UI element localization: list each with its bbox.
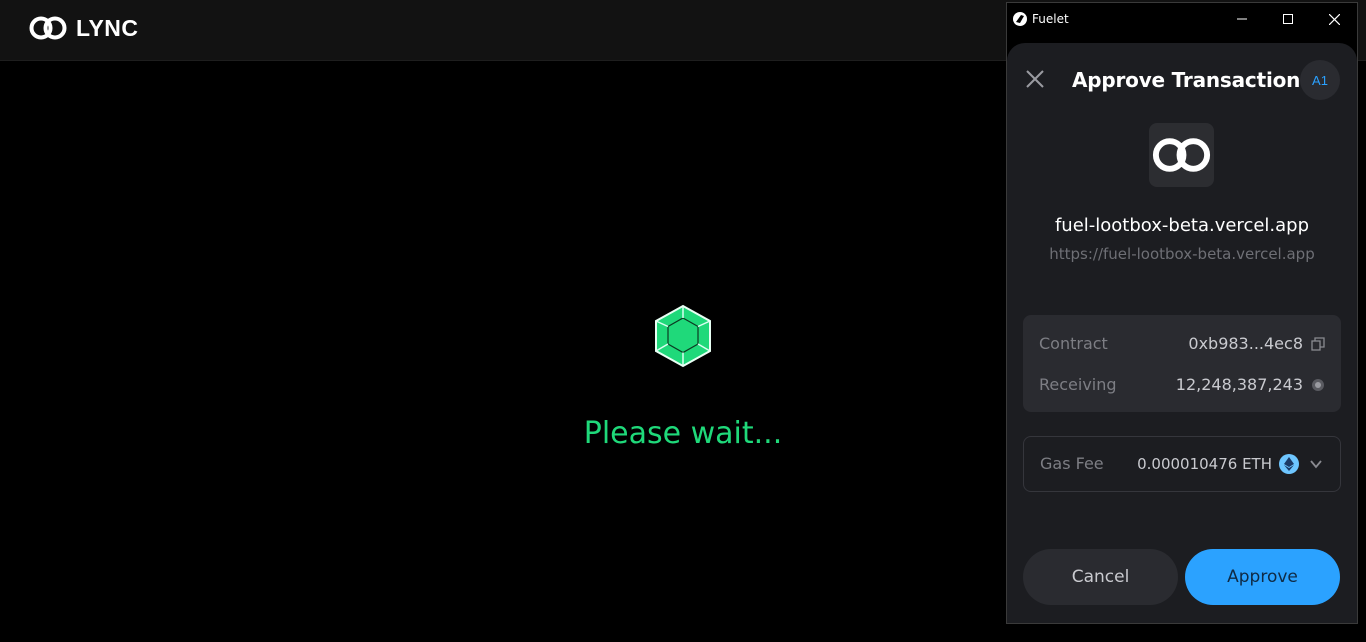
gas-fee-value: 0.000010476 ETH — [1137, 455, 1272, 473]
contract-address: 0xb983...4ec8 — [1188, 334, 1303, 353]
eth-icon — [1279, 454, 1299, 474]
site-url: https://fuel-lootbox-beta.vercel.app — [1049, 245, 1315, 263]
cancel-button[interactable]: Cancel — [1023, 549, 1178, 605]
site-icon — [1149, 123, 1214, 187]
lync-site-logo-icon — [1152, 138, 1211, 172]
copy-icon[interactable] — [1311, 337, 1325, 351]
site-name: fuel-lootbox-beta.vercel.app — [1054, 215, 1310, 236]
approve-transaction-dialog: Approve Transaction A1 fuel-lootbox-beta… — [1007, 43, 1357, 623]
window-title: Fuelet — [1032, 12, 1069, 26]
lync-logo[interactable]: LYNC — [28, 14, 139, 42]
token-icon — [1312, 379, 1324, 391]
loading-cube-icon — [655, 304, 711, 368]
contract-row: Contract 0xb983...4ec8 — [1023, 331, 1341, 355]
contract-label: Contract — [1039, 334, 1108, 353]
close-icon — [1328, 13, 1340, 25]
transaction-details-card: Contract 0xb983...4ec8 Receiving 12,248,… — [1023, 315, 1341, 412]
brand-name: LYNC — [76, 14, 139, 41]
receiving-row: Receiving 12,248,387,243 — [1023, 372, 1341, 396]
screen: LYNC Please wait... Fuelet Approve Trans… — [0, 0, 1366, 642]
dialog-title: Approve Transaction — [1072, 68, 1301, 92]
account-badge[interactable]: A1 — [1300, 60, 1340, 100]
window-close-button[interactable] — [1311, 3, 1357, 35]
approve-button[interactable]: Approve — [1185, 549, 1340, 605]
loading-text: Please wait... — [583, 416, 783, 451]
minimize-button[interactable] — [1219, 3, 1265, 35]
lync-logo-icon — [29, 16, 67, 40]
dialog-close-icon[interactable] — [1024, 68, 1046, 90]
fuelet-window: Fuelet Approve Transaction A1 fuel-lootb… — [1006, 2, 1358, 624]
chevron-down-icon[interactable] — [1309, 457, 1323, 471]
gas-fee-card[interactable]: Gas Fee 0.000010476 ETH — [1023, 436, 1341, 492]
fuelet-app-icon — [1013, 12, 1027, 26]
minimize-icon — [1237, 18, 1247, 20]
window-titlebar[interactable]: Fuelet — [1007, 3, 1357, 35]
maximize-icon — [1283, 14, 1293, 24]
gas-fee-label: Gas Fee — [1040, 454, 1104, 473]
maximize-button[interactable] — [1265, 3, 1311, 35]
receiving-amount: 12,248,387,243 — [1175, 375, 1303, 394]
receiving-label: Receiving — [1039, 375, 1117, 394]
